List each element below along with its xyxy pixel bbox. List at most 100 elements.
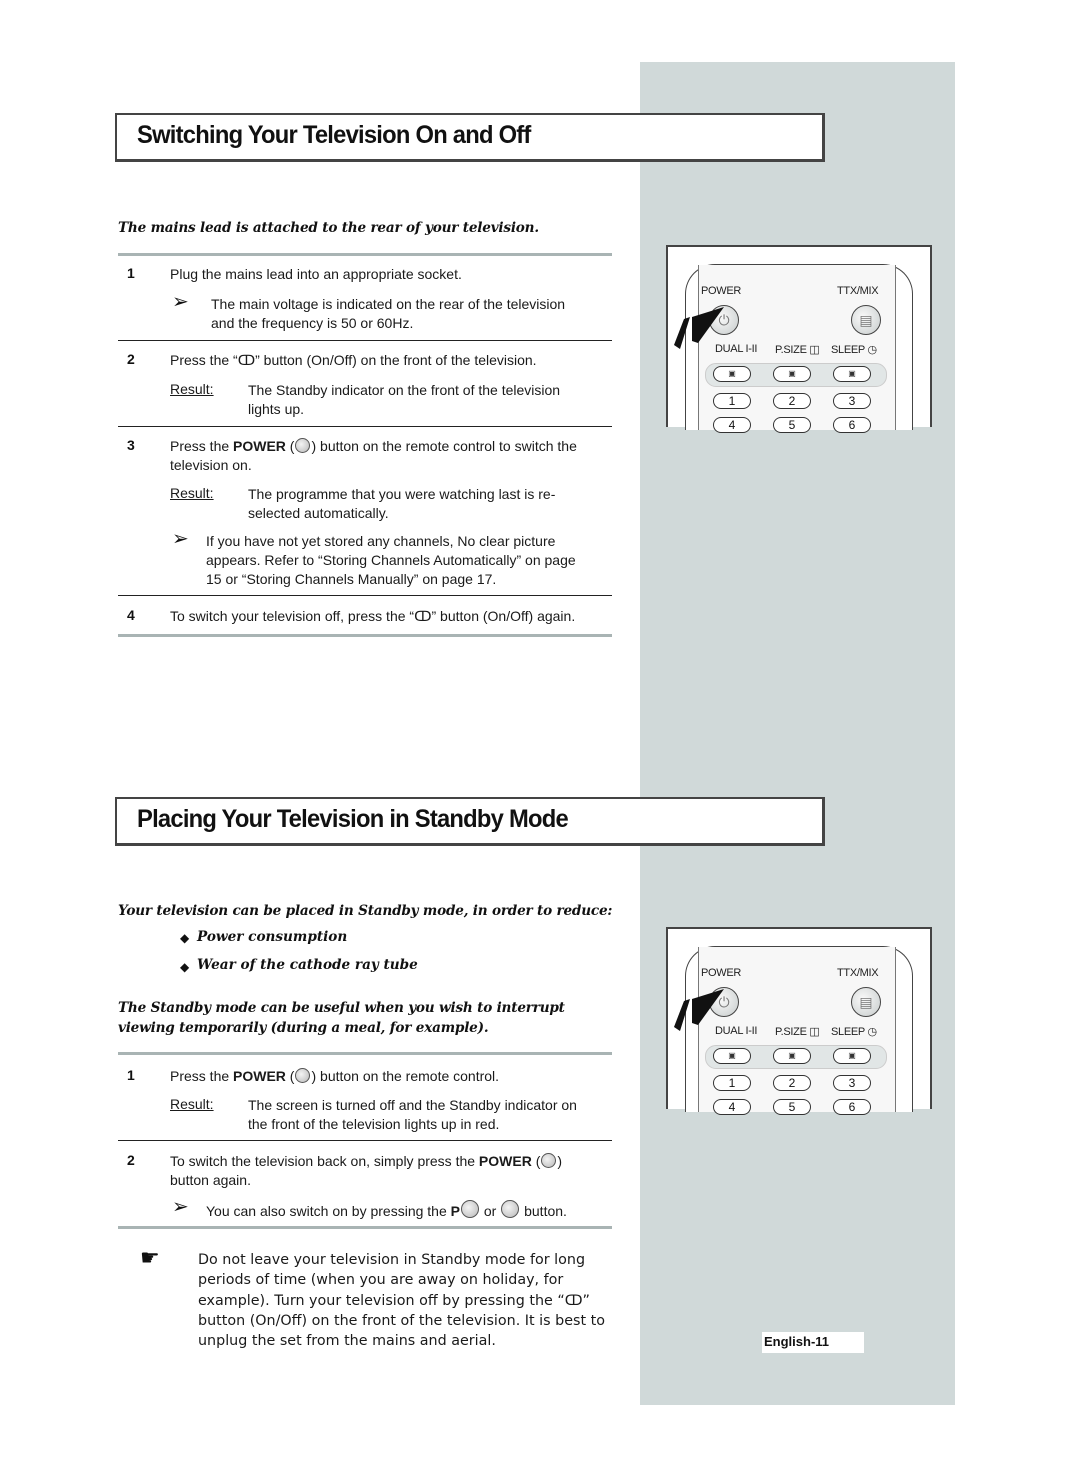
pointing-hand-icon: ☛ — [140, 1245, 160, 1270]
page-number: English-11 — [764, 1334, 830, 1349]
power-label: POWER — [701, 285, 742, 297]
number-button: 6 — [833, 417, 871, 433]
number-button: 5 — [773, 417, 811, 433]
dual-button: ▣ — [713, 366, 751, 382]
result-line: The programme that you were watching las… — [248, 486, 556, 502]
step-text: button again. — [170, 1172, 251, 1188]
psize-button: ▣ — [773, 1048, 811, 1064]
step-number: 2 — [127, 351, 135, 367]
intro-text: Your television can be placed in Standby… — [118, 903, 613, 919]
sleep-label: SLEEP ◷ — [831, 1026, 877, 1038]
note-arrow-icon: ➢ — [172, 528, 189, 550]
power-button-icon — [295, 438, 311, 453]
divider — [118, 253, 612, 256]
step-number: 2 — [127, 1152, 135, 1168]
note-line: The main voltage is indicated on the rea… — [211, 296, 566, 312]
caution-line: button (On/Off) on the front of the tele… — [198, 1312, 605, 1329]
psize-label: P.SIZE ◫ — [775, 344, 820, 356]
power-button-icon — [295, 1068, 311, 1083]
caution-line: unplug the set from the mains and aerial… — [198, 1333, 496, 1350]
ttx-label: TTX/MIX — [837, 967, 879, 979]
note-line: appears. Refer to “Storing Channels Auto… — [206, 552, 576, 568]
step-text: Press the “ↀ” button (On/Off) on the fro… — [170, 352, 537, 368]
step-text: To switch your television off, press the… — [170, 608, 576, 624]
step-text: television on. — [170, 457, 252, 473]
number-button: 4 — [713, 417, 751, 433]
caution-line: periods of time (when you are away on ho… — [198, 1272, 564, 1289]
note-arrow-icon: ➢ — [172, 1196, 189, 1218]
remote-control-illustration: POWER ⏻ TTX/MIX ▤ DUAL I-II P.SIZE ◫ SLE… — [666, 927, 956, 1115]
power-label: POWER — [701, 967, 742, 979]
number-button: 1 — [713, 393, 751, 409]
note-line: You can also switch on by pressing the P… — [206, 1200, 567, 1221]
intro-text: The mains lead is attached to the rear o… — [118, 220, 539, 236]
diamond-bullet-icon: ◆ — [180, 960, 190, 974]
ttx-button: ▤ — [851, 305, 881, 335]
bullet-text: Wear of the cathode ray tube — [197, 957, 418, 973]
number-button: 5 — [773, 1099, 811, 1115]
note-line: 15 or “Storing Channels Manually” on pag… — [206, 571, 497, 587]
teletext-icon: ▤ — [859, 312, 873, 328]
divider — [118, 1226, 612, 1229]
ttx-label: TTX/MIX — [837, 285, 879, 297]
caution-line: example). Turn your television off by pr… — [198, 1292, 590, 1309]
sleep-button: ▣ — [833, 1048, 871, 1064]
number-button: 2 — [773, 1075, 811, 1091]
divider — [118, 340, 612, 341]
intro-text: The Standby mode can be useful when you … — [118, 1000, 565, 1016]
step-number: 4 — [127, 607, 135, 623]
step-text: Press the POWER () button on the remote … — [170, 1068, 500, 1084]
result-line: The Standby indicator on the front of th… — [248, 382, 561, 398]
number-button: 3 — [833, 1075, 871, 1091]
result-line: selected automatically. — [248, 505, 389, 521]
teletext-icon: ▤ — [859, 994, 873, 1010]
step-number: 1 — [127, 1067, 135, 1083]
result-line: the front of the television lights up in… — [248, 1116, 500, 1132]
section-title-box: Placing Your Television in Standby Mode — [115, 797, 825, 846]
step-text: To switch the television back on, simply… — [170, 1153, 563, 1169]
bullet-text: Power consumption — [197, 929, 348, 945]
result-line: The screen is turned off and the Standby… — [248, 1097, 577, 1113]
result-label: Result: — [170, 1096, 214, 1112]
sleep-button: ▣ — [833, 366, 871, 382]
power-button-icon — [541, 1153, 557, 1168]
remote-control-illustration: POWER ⏻ TTX/MIX ▤ DUAL I-II P.SIZE ◫ SLE… — [666, 245, 956, 433]
pointer-arrow-icon — [674, 307, 724, 349]
caution-line: Do not leave your television in Standby … — [198, 1252, 586, 1268]
diamond-bullet-icon: ◆ — [180, 931, 190, 945]
section-title: Switching Your Television On and Off — [137, 121, 531, 149]
divider — [118, 634, 612, 637]
intro-text: viewing temporarily (during a meal, for … — [118, 1020, 489, 1036]
channel-up-icon — [460, 1200, 479, 1218]
dual-button: ▣ — [713, 1048, 751, 1064]
section-title-box: Switching Your Television On and Off — [115, 113, 825, 162]
divider — [118, 595, 612, 596]
psize-button: ▣ — [773, 366, 811, 382]
caution-note: Do not leave your television in Standby … — [198, 1250, 618, 1351]
step-text: Plug the mains lead into an appropriate … — [170, 266, 462, 282]
number-button: 3 — [833, 393, 871, 409]
number-button: 2 — [773, 393, 811, 409]
result-line: lights up. — [248, 401, 305, 417]
step-text: Press the POWER () button on the remote … — [170, 438, 577, 454]
psize-label: P.SIZE ◫ — [775, 1026, 820, 1038]
note-arrow-icon: ➢ — [172, 291, 189, 313]
divider — [118, 1140, 612, 1141]
section-title: Placing Your Television in Standby Mode — [137, 805, 569, 833]
note-line: If you have not yet stored any channels,… — [206, 533, 556, 549]
number-button: 1 — [713, 1075, 751, 1091]
result-label: Result: — [170, 381, 214, 397]
number-button: 4 — [713, 1099, 751, 1115]
channel-down-icon — [501, 1200, 520, 1218]
sleep-label: SLEEP ◷ — [831, 344, 877, 356]
page-number-box: English-11 — [762, 1332, 864, 1353]
step-number: 3 — [127, 437, 135, 453]
divider — [118, 426, 612, 427]
note-line: and the frequency is 50 or 60Hz. — [211, 315, 414, 331]
result-label: Result: — [170, 485, 214, 501]
divider — [118, 1052, 612, 1055]
step-number: 1 — [127, 265, 135, 281]
ttx-button: ▤ — [851, 987, 881, 1017]
number-button: 6 — [833, 1099, 871, 1115]
pointer-arrow-icon — [674, 989, 724, 1031]
